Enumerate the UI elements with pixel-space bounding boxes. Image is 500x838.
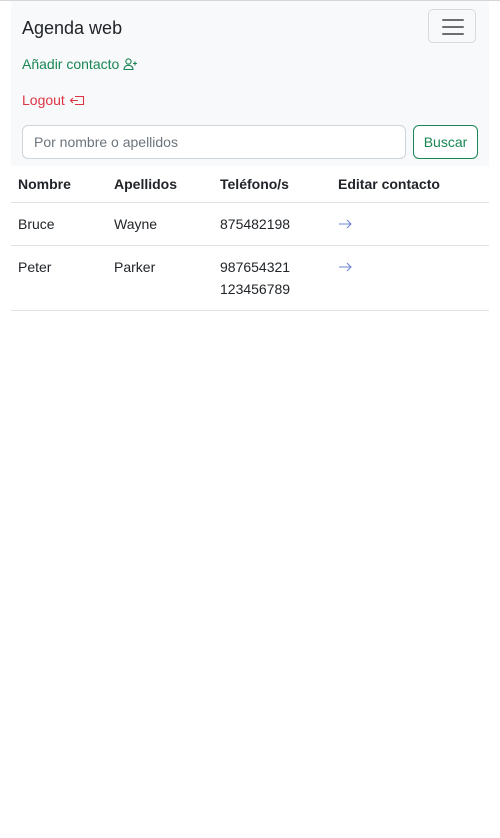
phone-number: 123456789 <box>220 281 291 297</box>
table-row: Bruce Wayne 875482198 <box>11 202 489 246</box>
search-button[interactable]: Buscar <box>413 125 478 159</box>
phone-number: 987654321 <box>220 259 291 275</box>
cell-apellidos: Parker <box>107 245 213 311</box>
cell-editar <box>331 245 489 311</box>
search-input[interactable] <box>22 125 406 159</box>
cell-telefonos: 987654321 123456789 <box>213 245 331 311</box>
page: Agenda web Añadir contacto Logout Por no… <box>0 0 500 838</box>
cell-telefonos: 875482198 <box>213 202 331 246</box>
navbar-toggler-button[interactable] <box>428 9 476 43</box>
phone-number: 875482198 <box>220 216 291 232</box>
logout-icon <box>69 94 85 107</box>
menu-icon-bar <box>442 33 464 35</box>
arrow-right-icon <box>339 262 352 272</box>
navbar-brand[interactable]: Agenda web <box>22 16 122 40</box>
cell-editar <box>331 202 489 246</box>
cell-nombre: Bruce <box>11 202 107 246</box>
arrow-right-icon <box>339 219 352 229</box>
navbar: Agenda web Añadir contacto Logout Por no… <box>11 1 489 166</box>
header-telefonos: Teléfono/s <box>213 166 331 203</box>
header-editar: Editar contacto <box>331 166 489 203</box>
logout-label: Logout <box>22 92 65 108</box>
table-header-row: Nombre Apellidos Teléfono/s Editar conta… <box>11 166 489 203</box>
edit-contact-link[interactable] <box>338 214 352 229</box>
menu-icon <box>442 19 464 21</box>
contacts-table: Nombre Apellidos Teléfono/s Editar conta… <box>11 166 489 311</box>
header-apellidos: Apellidos <box>107 166 213 203</box>
menu-icon-bar <box>442 26 464 28</box>
cell-nombre: Peter <box>11 245 107 311</box>
add-contact-link[interactable]: Añadir contacto <box>22 55 138 73</box>
table-row: Peter Parker 987654321 123456789 <box>11 245 489 311</box>
person-add-icon <box>123 57 138 71</box>
edit-contact-link[interactable] <box>338 257 352 272</box>
cell-apellidos: Wayne <box>107 202 213 246</box>
header-nombre: Nombre <box>11 166 107 203</box>
add-contact-label: Añadir contacto <box>22 56 120 72</box>
logout-link[interactable]: Logout <box>22 91 85 109</box>
